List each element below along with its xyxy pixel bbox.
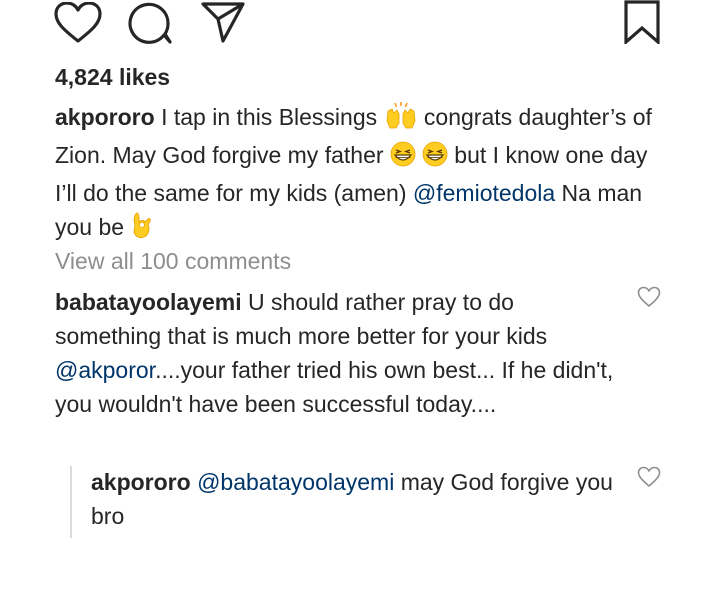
likes-count[interactable]: 4,824 likes [55,64,170,91]
comment-bubble-icon[interactable] [128,2,174,46]
comment: babatayoolayemi U should rather pray to … [55,285,620,421]
view-all-comments-link[interactable]: View all 100 comments [55,248,291,275]
comment-like-heart-icon[interactable] [637,286,661,308]
reply-mention[interactable]: @babatayoolayemi [197,469,394,495]
post-caption: akpororo I tap in this Blessings congrat… [55,100,655,248]
paper-plane-icon[interactable] [200,1,246,43]
reply-like-heart-icon[interactable] [637,466,661,488]
reply-thread-line [70,466,72,538]
post-action-bar [0,0,719,50]
caption-mention[interactable]: @femiotedola [413,180,555,206]
bookmark-icon[interactable] [620,0,664,46]
reply-username[interactable]: akpororo [91,469,191,495]
reply-comment: akpororo @babatayoolayemi may God forgiv… [91,465,626,533]
ok-hand-emoji [130,211,152,248]
grinning-squinting-face-emoji [390,141,448,176]
comment-username[interactable]: babatayoolayemi [55,289,242,315]
caption-text-1: I tap in this Blessings [154,104,384,130]
caption-username[interactable]: akpororo [55,104,155,130]
raising-hands-emoji [384,101,418,138]
heart-icon[interactable] [54,1,102,44]
comment-mention[interactable]: @akporor [55,357,155,383]
